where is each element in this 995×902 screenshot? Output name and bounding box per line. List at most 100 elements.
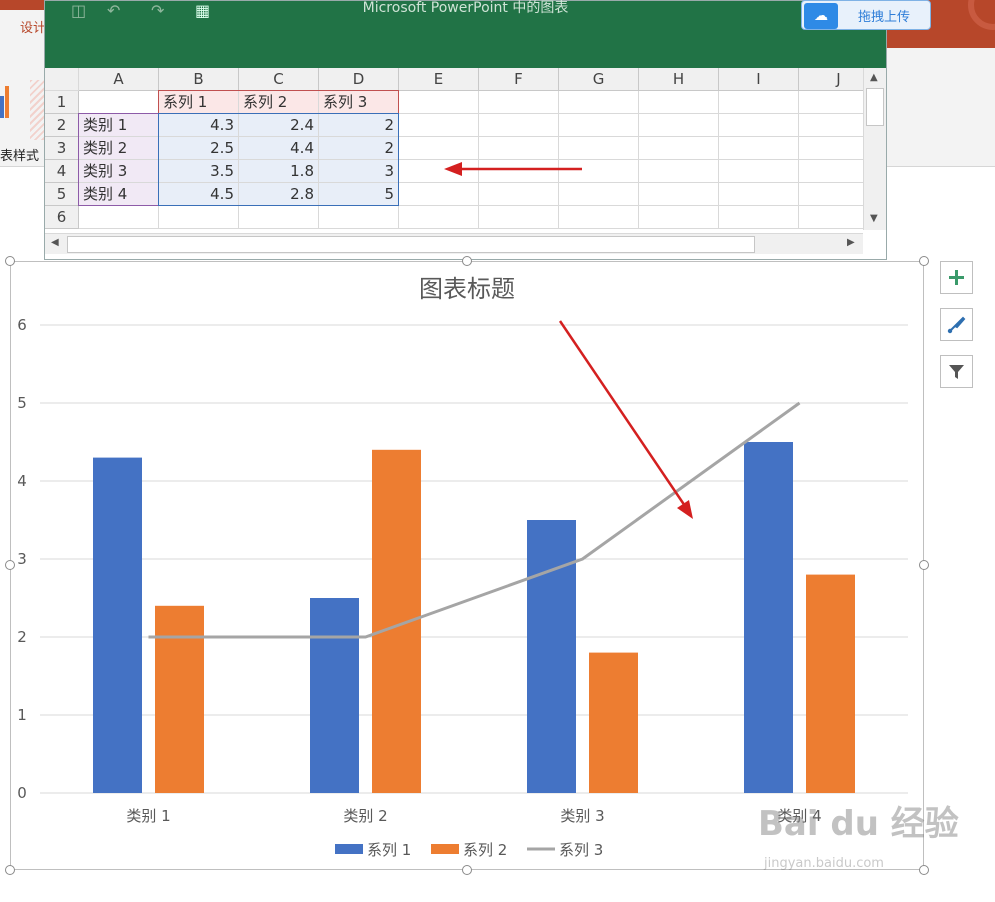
cell-g2[interactable] <box>559 114 639 137</box>
chart-elements-button[interactable] <box>940 261 973 294</box>
cell-c3[interactable]: 4.4 <box>239 137 319 160</box>
cell-i3[interactable] <box>719 137 799 160</box>
cell-g1[interactable] <box>559 91 639 114</box>
cell-b3[interactable]: 2.5 <box>159 137 239 160</box>
cell-a1[interactable] <box>79 91 159 114</box>
scroll-right-icon[interactable]: ▶ <box>847 237 855 248</box>
column-header-d[interactable]: D <box>319 68 399 91</box>
cell-i2[interactable] <box>719 114 799 137</box>
resize-handle-bottom[interactable] <box>462 865 472 875</box>
cell-a5[interactable]: 类别 4 <box>79 183 159 206</box>
row-header-2[interactable]: 2 <box>45 114 79 137</box>
horizontal-scrollbar[interactable]: ◀ ▶ <box>45 233 863 254</box>
select-all-corner[interactable] <box>45 68 79 91</box>
column-header-g[interactable]: G <box>559 68 639 91</box>
resize-handle-left[interactable] <box>5 560 15 570</box>
resize-handle-top[interactable] <box>462 256 472 266</box>
cell-b4[interactable]: 3.5 <box>159 160 239 183</box>
resize-handle-right[interactable] <box>919 560 929 570</box>
cell-g3[interactable] <box>559 137 639 160</box>
row-header-5[interactable]: 5 <box>45 183 79 206</box>
cell-c1[interactable]: 系列 2 <box>239 91 319 114</box>
cell-f6[interactable] <box>479 206 559 229</box>
cell-d2[interactable]: 2 <box>319 114 399 137</box>
cell-c6[interactable] <box>239 206 319 229</box>
resize-handle-bottom-right[interactable] <box>919 865 929 875</box>
cell-i1[interactable] <box>719 91 799 114</box>
brush-icon <box>947 316 966 334</box>
resize-handle-top-right[interactable] <box>919 256 929 266</box>
cell-f3[interactable] <box>479 137 559 160</box>
chart-area[interactable] <box>10 261 924 870</box>
plus-icon <box>949 270 964 285</box>
cell-g5[interactable] <box>559 183 639 206</box>
column-header-b[interactable]: B <box>159 68 239 91</box>
cell-c5[interactable]: 2.8 <box>239 183 319 206</box>
cell-d5[interactable]: 5 <box>319 183 399 206</box>
row-header-1[interactable]: 1 <box>45 91 79 114</box>
cell-h4[interactable] <box>639 160 719 183</box>
cell-e5[interactable] <box>399 183 479 206</box>
cell-d6[interactable] <box>319 206 399 229</box>
cell-d4[interactable]: 3 <box>319 160 399 183</box>
change-colors-icon[interactable] <box>0 78 14 118</box>
cell-g6[interactable] <box>559 206 639 229</box>
cell-e2[interactable] <box>399 114 479 137</box>
column-header-h[interactable]: H <box>639 68 719 91</box>
cell-a4[interactable]: 类别 3 <box>79 160 159 183</box>
cell-e4[interactable] <box>399 160 479 183</box>
scroll-down-icon[interactable]: ▼ <box>870 213 878 224</box>
cell-i5[interactable] <box>719 183 799 206</box>
row-header-6[interactable]: 6 <box>45 206 79 229</box>
cell-e6[interactable] <box>399 206 479 229</box>
column-header-i[interactable]: I <box>719 68 799 91</box>
row-header-4[interactable]: 4 <box>45 160 79 183</box>
scroll-up-icon[interactable]: ▲ <box>870 72 878 83</box>
cell-h6[interactable] <box>639 206 719 229</box>
cell-b1[interactable]: 系列 1 <box>159 91 239 114</box>
baidu-upload-button[interactable]: ☁ 拖拽上传 <box>801 0 931 30</box>
scroll-left-icon[interactable]: ◀ <box>51 237 59 248</box>
cell-h5[interactable] <box>639 183 719 206</box>
upload-button-label: 拖拽上传 <box>858 10 911 25</box>
chart-styles-button[interactable] <box>940 308 973 341</box>
chart-styles-gallery[interactable] <box>30 80 44 140</box>
chart-filters-button[interactable] <box>940 355 973 388</box>
cell-f5[interactable] <box>479 183 559 206</box>
vertical-scrollbar[interactable]: ▲ ▼ <box>863 68 886 230</box>
cell-g4[interactable] <box>559 160 639 183</box>
resize-handle-bottom-left[interactable] <box>5 865 15 875</box>
cell-a3[interactable]: 类别 2 <box>79 137 159 160</box>
column-header-c[interactable]: C <box>239 68 319 91</box>
cell-f1[interactable] <box>479 91 559 114</box>
row-header-3[interactable]: 3 <box>45 137 79 160</box>
cell-c4[interactable]: 1.8 <box>239 160 319 183</box>
resize-handle-top-left[interactable] <box>5 256 15 266</box>
cell-d1[interactable]: 系列 3 <box>319 91 399 114</box>
cell-i4[interactable] <box>719 160 799 183</box>
column-header-e[interactable]: E <box>399 68 479 91</box>
cell-i6[interactable] <box>719 206 799 229</box>
cell-b2[interactable]: 4.3 <box>159 114 239 137</box>
cell-h3[interactable] <box>639 137 719 160</box>
vertical-scroll-thumb[interactable] <box>866 88 884 126</box>
baidu-cloud-icon: ☁ <box>804 3 838 29</box>
column-header-a[interactable]: A <box>79 68 159 91</box>
cell-f2[interactable] <box>479 114 559 137</box>
cell-c2[interactable]: 2.4 <box>239 114 319 137</box>
baidu-watermark: Bai du 经验 <box>758 804 959 844</box>
cell-b5[interactable]: 4.5 <box>159 183 239 206</box>
cell-h2[interactable] <box>639 114 719 137</box>
column-header-f[interactable]: F <box>479 68 559 91</box>
cell-h1[interactable] <box>639 91 719 114</box>
horizontal-scroll-thumb[interactable] <box>67 236 755 253</box>
cell-a2[interactable]: 类别 1 <box>79 114 159 137</box>
cell-e3[interactable] <box>399 137 479 160</box>
tab-design[interactable]: 设计 <box>0 10 48 48</box>
cell-f4[interactable] <box>479 160 559 183</box>
cell-d3[interactable]: 2 <box>319 137 399 160</box>
cell-b6[interactable] <box>159 206 239 229</box>
excel-window-title: Microsoft PowerPoint 中的图表 <box>362 0 569 16</box>
cell-a6[interactable] <box>79 206 159 229</box>
cell-e1[interactable] <box>399 91 479 114</box>
